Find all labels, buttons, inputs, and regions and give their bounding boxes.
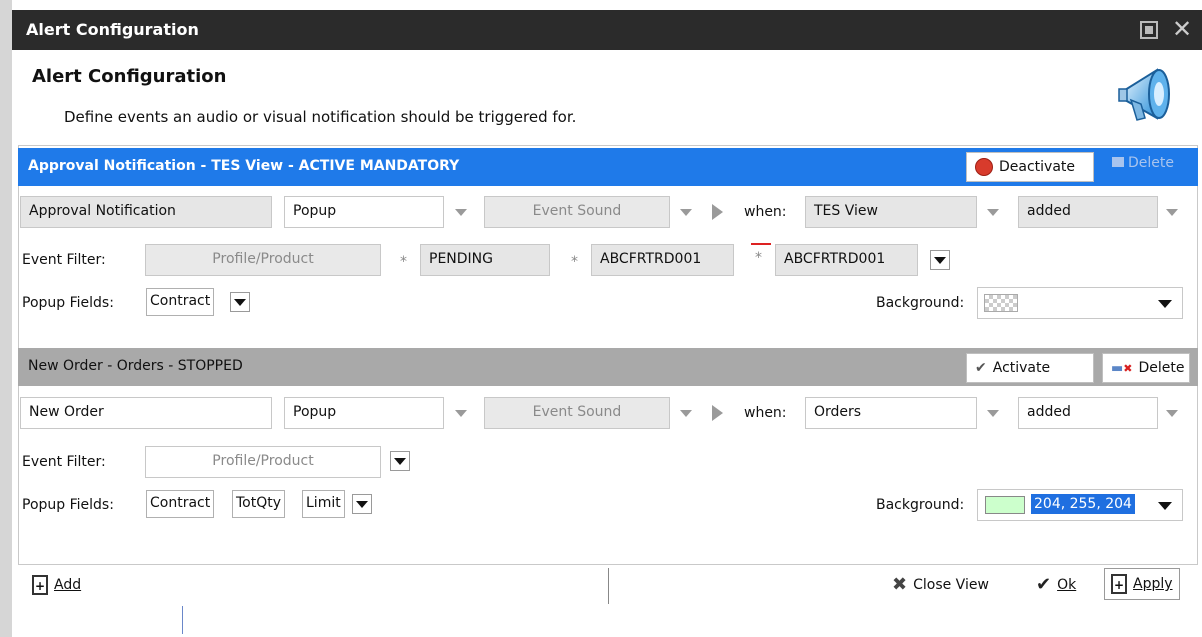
mandatory-marker [751,243,771,245]
event-filter-label: Event Filter: [22,454,106,470]
popup-field-totqty[interactable]: TotQty [232,490,286,518]
chevron-down-icon[interactable] [987,410,999,417]
filter-status-field[interactable]: PENDING [420,244,550,276]
delete-label: Delete [1138,360,1185,376]
apply-page-icon [1111,574,1127,594]
title-bar: Alert Configuration ✕ [12,10,1202,50]
event-type-select[interactable]: added [1018,196,1158,228]
background-value[interactable]: 204, 255, 204 [1031,494,1135,514]
wildcard-marker: * [400,254,407,270]
alert-header-label: New Order - Orders - STOPPED [28,358,243,374]
chevron-down-icon[interactable] [455,209,467,216]
delete-icon [1112,157,1124,167]
background-label: Background: [876,497,965,513]
event-sound-select[interactable]: Event Sound [484,397,670,429]
close-view-icon: ✖ [892,574,908,595]
popup-fields-label: Popup Fields: [22,295,114,311]
chevron-down-icon[interactable] [987,209,999,216]
chevron-down-icon[interactable] [1166,209,1178,216]
apply-label: Apply [1133,576,1173,592]
deactivate-label: Deactivate [999,159,1076,175]
chevron-down-icon[interactable] [455,410,467,417]
wildcard-marker: * [571,254,578,270]
add-page-icon [32,575,48,595]
close-view-label: Close View [913,576,989,593]
apply-button[interactable]: Apply [1104,568,1180,600]
filter-profile-product[interactable]: Profile/Product [145,446,381,478]
page-title: Alert Configuration [32,66,227,87]
ok-label: Ok [1057,576,1077,593]
text-cursor [182,606,183,634]
delete-button-disabled: Delete [1112,155,1174,171]
delete-label: Delete [1128,155,1174,171]
add-popup-field-dropdown[interactable] [230,292,250,312]
close-view-button[interactable]: ✖ Close View [892,574,989,595]
chevron-down-icon[interactable] [680,209,692,216]
restore-icon[interactable] [1140,21,1158,39]
play-sound-icon[interactable] [712,405,723,421]
popup-field-limit[interactable]: Limit [302,490,345,518]
alert-header-label: Approval Notification - TES View - ACTIV… [28,158,460,174]
alert-name-field[interactable]: Approval Notification [20,196,272,228]
event-filter-label: Event Filter: [22,252,106,268]
left-border [0,0,12,637]
filter-profile-product[interactable]: Profile/Product [145,244,381,276]
chevron-down-icon[interactable] [680,410,692,417]
popup-fields-label: Popup Fields: [22,497,114,513]
stop-icon [975,158,993,176]
when-label: when: [744,405,787,421]
check-icon: ✔ [975,360,987,376]
alert-type-select[interactable]: Popup [284,397,444,429]
ok-button[interactable]: ✔ Ok [1036,574,1076,595]
view-select[interactable]: TES View [805,196,977,228]
transparent-swatch [984,294,1018,312]
deactivate-button[interactable]: Deactivate [966,152,1094,182]
filter-trader-field[interactable]: ABCFRTRD001 [775,244,918,276]
play-sound-icon[interactable] [712,204,723,220]
add-filter-dropdown[interactable] [930,250,950,270]
delete-button[interactable]: ▬✖ Delete [1102,353,1190,383]
alert-configuration-window: Alert Configuration ✕ Alert Configuratio… [0,0,1202,637]
add-filter-dropdown[interactable] [390,451,410,471]
background-label: Background: [876,295,965,311]
wildcard-marker: * [755,250,762,266]
popup-field-contract[interactable]: Contract [146,490,215,518]
chevron-down-icon[interactable] [1158,300,1172,308]
chevron-down-icon[interactable] [1166,410,1178,417]
event-type-select[interactable]: added [1018,397,1158,429]
when-label: when: [744,204,787,220]
megaphone-icon [1118,68,1170,121]
alert-name-field[interactable]: New Order [20,397,272,429]
page-subtitle: Define events an audio or visual notific… [64,108,577,126]
background-swatch [985,496,1025,514]
event-sound-select[interactable]: Event Sound [484,196,670,228]
chevron-down-icon[interactable] [1158,502,1172,510]
popup-field-contract[interactable]: Contract [146,288,215,316]
view-select[interactable]: Orders [805,397,977,429]
add-alert-button[interactable]: Add [32,575,81,595]
footer-divider [608,568,609,604]
activate-label: Activate [992,360,1051,376]
add-popup-field-dropdown[interactable] [352,494,372,514]
add-label: Add [54,577,82,593]
activate-button[interactable]: ✔ Activate [966,353,1094,383]
check-icon: ✔ [1036,574,1052,595]
close-icon[interactable]: ✕ [1172,14,1192,44]
delete-icon: ▬✖ [1111,360,1133,376]
alert-type-select[interactable]: Popup [284,196,444,228]
window-title: Alert Configuration [26,20,199,39]
filter-account-field[interactable]: ABCFRTRD001 [591,244,734,276]
